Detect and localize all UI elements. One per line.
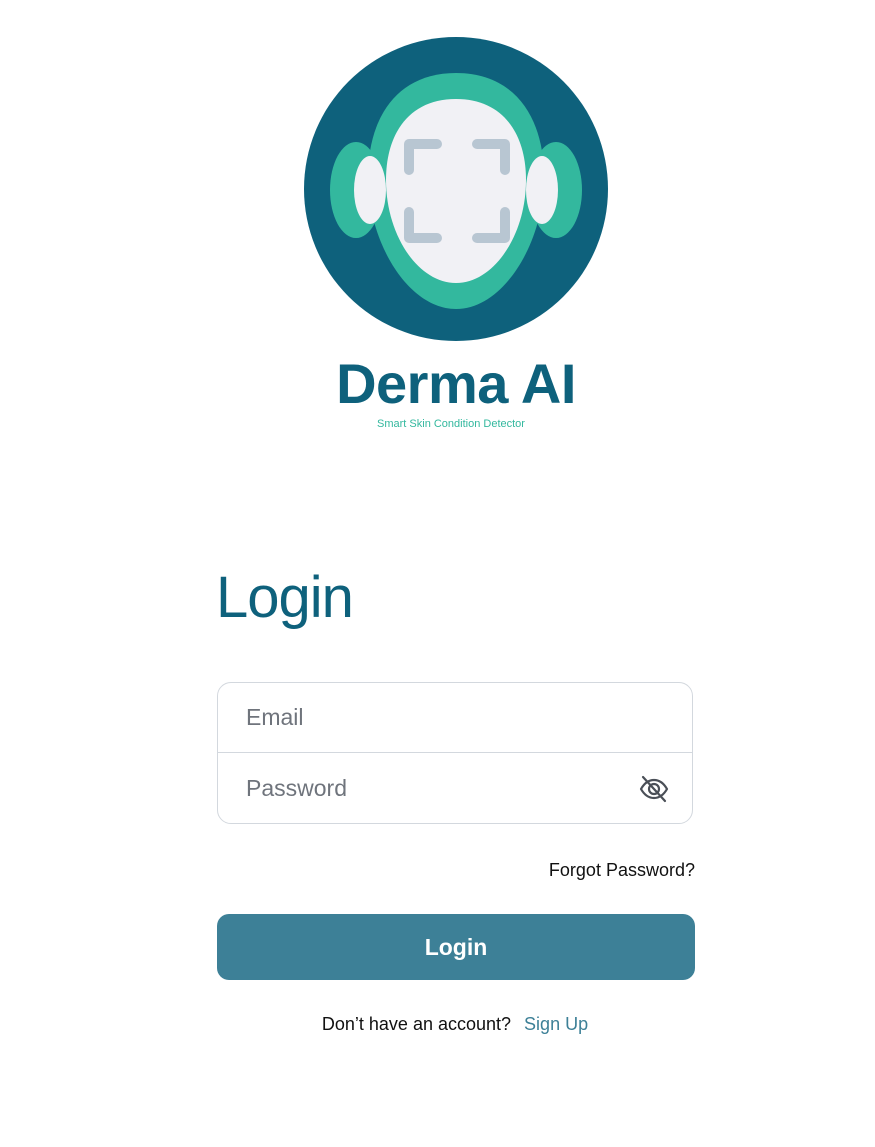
app-logo [304, 37, 608, 341]
credentials-form [217, 682, 693, 824]
signup-prompt: Don’t have an account? [321, 1014, 512, 1034]
email-field[interactable] [218, 683, 692, 752]
forgot-password-link[interactable]: Forgot Password? [549, 858, 695, 882]
page-title: Login [216, 565, 354, 630]
password-field-container [218, 753, 692, 823]
password-field[interactable] [218, 753, 692, 823]
signup-link[interactable]: Sign Up [524, 1014, 588, 1034]
brand-name: Derma AI [336, 352, 576, 415]
eye-off-icon [639, 775, 669, 803]
signup-row: Don’t have an account? Sign Up [0, 1012, 875, 1036]
face-scan-icon [304, 37, 608, 341]
email-field-container [218, 683, 692, 753]
password-visibility-toggle[interactable] [638, 773, 670, 805]
brand-tagline: Smart Skin Condition Detector [377, 418, 525, 430]
login-button[interactable]: Login [217, 914, 695, 980]
